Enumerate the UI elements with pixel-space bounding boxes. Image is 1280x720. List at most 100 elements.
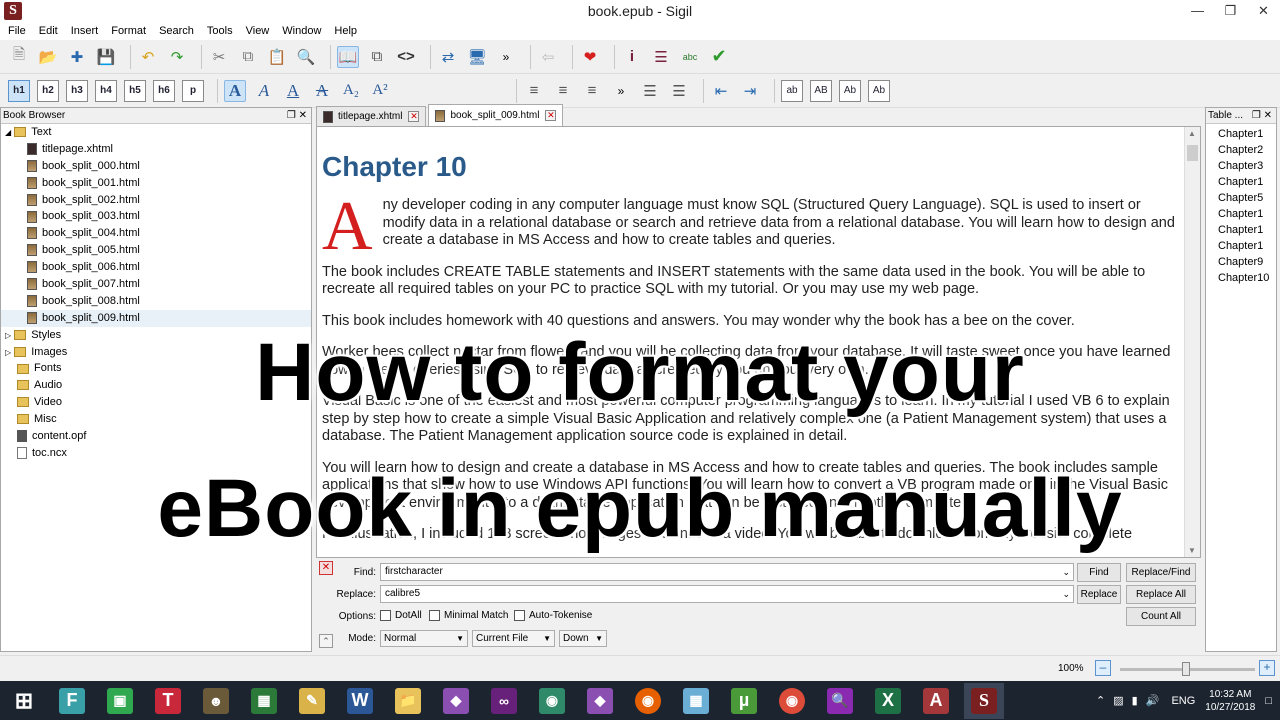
maximize-button[interactable]: ❐ bbox=[1214, 0, 1247, 22]
toc-item[interactable]: Chapter10 bbox=[1206, 270, 1276, 286]
replace-find-button[interactable]: Replace/Find bbox=[1126, 563, 1196, 582]
toc-item[interactable]: Chapter2 bbox=[1206, 142, 1276, 158]
menu-search[interactable]: Search bbox=[159, 25, 194, 37]
count-all-button[interactable]: Count All bbox=[1126, 607, 1196, 626]
tree-file[interactable]: book_split_001.html bbox=[1, 175, 311, 192]
undo-icon[interactable]: ↶ bbox=[137, 46, 159, 68]
underline-icon[interactable]: A bbox=[282, 80, 304, 102]
align-right-icon[interactable]: ≡ bbox=[581, 80, 603, 102]
find-input[interactable]: firstcharacter ⌄ bbox=[380, 563, 1074, 581]
menu-file[interactable]: File bbox=[8, 25, 26, 37]
paste-icon[interactable]: 📋 bbox=[266, 46, 288, 68]
app-diamond-icon[interactable]: ◆ bbox=[436, 683, 476, 719]
menu-help[interactable]: Help bbox=[334, 25, 357, 37]
mode-select[interactable]: Normal ▼ bbox=[380, 630, 468, 647]
tree-file-selected[interactable]: book_split_009.html bbox=[1, 309, 311, 327]
tree-file[interactable]: book_split_006.html bbox=[1, 259, 311, 276]
toc-item[interactable]: Chapter9 bbox=[1206, 254, 1276, 270]
decrease-indent-icon[interactable]: ⇤ bbox=[710, 80, 732, 102]
replace-input[interactable]: calibre5 ⌄ bbox=[380, 585, 1074, 603]
tree-file[interactable]: book_split_003.html bbox=[1, 208, 311, 225]
toc-item[interactable]: Chapter1 bbox=[1206, 222, 1276, 238]
search-app-icon[interactable]: 🔍 bbox=[820, 683, 860, 719]
scope-select[interactable]: Current File ▼ bbox=[472, 630, 555, 647]
heading-2-button[interactable]: h2 bbox=[37, 79, 59, 102]
toc-item[interactable]: Chapter1 bbox=[1206, 238, 1276, 254]
paint-icon[interactable]: ✎ bbox=[292, 683, 332, 719]
find-in-page-icon[interactable]: 🔍 bbox=[295, 46, 317, 68]
tree-file[interactable]: book_split_008.html bbox=[1, 293, 311, 310]
open-folder-icon[interactable]: 📂 bbox=[37, 46, 59, 68]
zoom-out-button[interactable]: – bbox=[1095, 660, 1111, 676]
donate-heart-icon[interactable]: ❤ bbox=[579, 46, 601, 68]
language-indicator[interactable]: ENG bbox=[1171, 695, 1195, 707]
zoom-in-button[interactable]: + bbox=[1259, 660, 1275, 676]
new-file-icon[interactable]: 🗎 bbox=[8, 46, 30, 68]
menu-edit[interactable]: Edit bbox=[39, 25, 58, 37]
copy-icon[interactable]: ⧉ bbox=[237, 46, 259, 68]
close-button[interactable]: ✕ bbox=[1247, 0, 1280, 22]
bullet-list-icon[interactable]: ☰ bbox=[639, 80, 661, 102]
code-view-icon[interactable]: <> bbox=[395, 46, 417, 68]
spellcheck-icon[interactable]: abc bbox=[679, 46, 701, 68]
tree-file[interactable]: book_split_004.html bbox=[1, 225, 311, 242]
scroll-up-icon[interactable]: ▲ bbox=[1188, 129, 1196, 138]
heading-5-button[interactable]: h5 bbox=[124, 79, 146, 102]
utorrent-icon[interactable]: µ bbox=[724, 683, 764, 719]
toc-item[interactable]: Chapter5 bbox=[1206, 190, 1276, 206]
titlecase-button[interactable]: Ab bbox=[868, 79, 890, 102]
app-green-icon[interactable]: ▣ bbox=[100, 683, 140, 719]
tree-file[interactable]: book_split_000.html bbox=[1, 158, 311, 175]
network-icon[interactable]: ▨ bbox=[1113, 694, 1123, 707]
heading-4-button[interactable]: h4 bbox=[95, 79, 117, 102]
align-left-icon[interactable]: ≡ bbox=[523, 80, 545, 102]
split-chapter-icon[interactable]: ⇄ bbox=[437, 46, 459, 68]
word-icon[interactable]: W bbox=[340, 683, 380, 719]
numbered-list-icon[interactable]: ☰ bbox=[668, 80, 690, 102]
notifications-icon[interactable]: □ bbox=[1265, 695, 1272, 707]
chevron-down-icon[interactable]: ⌄ bbox=[1062, 564, 1070, 580]
tray-chevron-icon[interactable]: ⌃ bbox=[1096, 694, 1105, 707]
panel-controls[interactable]: ❐ ✕ bbox=[1252, 108, 1272, 124]
app-diamond2-icon[interactable]: ◆ bbox=[580, 683, 620, 719]
italic-icon[interactable]: A bbox=[253, 80, 275, 102]
paragraph-button[interactable]: p bbox=[182, 79, 204, 102]
close-tab-icon[interactable]: ✕ bbox=[545, 110, 557, 121]
toc-item[interactable]: Chapter1 bbox=[1206, 206, 1276, 222]
uppercase-button[interactable]: AB bbox=[810, 79, 832, 102]
menu-window[interactable]: Window bbox=[282, 25, 321, 37]
toc-item[interactable]: Chapter1 bbox=[1206, 126, 1276, 142]
sigil-taskbar-icon[interactable]: S bbox=[964, 682, 1004, 719]
chevron-down-icon[interactable]: ⌄ bbox=[1062, 586, 1070, 602]
save-icon[interactable]: 💾 bbox=[95, 46, 117, 68]
tab-titlepage[interactable]: titlepage.xhtml ✕ bbox=[316, 106, 427, 126]
subscript-icon[interactable]: A₂ bbox=[340, 80, 362, 102]
tree-content-opf[interactable]: content.opf bbox=[1, 428, 311, 445]
gimp-icon[interactable]: ☻ bbox=[196, 683, 236, 719]
chrome-icon[interactable]: ◉ bbox=[772, 683, 812, 719]
menu-insert[interactable]: Insert bbox=[71, 25, 99, 37]
tree-toc-ncx[interactable]: toc.ncx bbox=[1, 445, 311, 462]
app-t-icon[interactable]: T bbox=[148, 683, 188, 719]
calculator-icon[interactable]: ▦ bbox=[244, 683, 284, 719]
bold-icon[interactable]: A bbox=[224, 79, 246, 102]
overflow-icon[interactable]: » bbox=[610, 80, 632, 102]
redo-icon[interactable]: ↷ bbox=[166, 46, 188, 68]
auto-tokenise-checkbox[interactable]: Auto-Tokenise bbox=[514, 610, 592, 621]
cut-icon[interactable]: ✂ bbox=[208, 46, 230, 68]
back-arrow-icon[interactable]: ⇦ bbox=[537, 46, 559, 68]
file-explorer-icon[interactable]: 📁 bbox=[388, 683, 428, 719]
find-button[interactable]: Find bbox=[1077, 563, 1121, 582]
heading-3-button[interactable]: h3 bbox=[66, 79, 88, 102]
lowercase-button[interactable]: ab bbox=[781, 79, 803, 102]
tree-file[interactable]: book_split_005.html bbox=[1, 242, 311, 259]
overflow-icon[interactable]: » bbox=[495, 46, 517, 68]
close-tab-icon[interactable]: ✕ bbox=[408, 111, 420, 122]
menu-tools[interactable]: Tools bbox=[207, 25, 233, 37]
app-globe-icon[interactable]: ◉ bbox=[532, 683, 572, 719]
metadata-icon[interactable]: i bbox=[621, 46, 643, 68]
increase-indent-icon[interactable]: ⇥ bbox=[739, 80, 761, 102]
zoom-slider-knob[interactable] bbox=[1182, 662, 1190, 676]
visual-studio-icon[interactable]: ∞ bbox=[484, 683, 524, 719]
firefox-icon[interactable]: ◉ bbox=[628, 683, 668, 719]
